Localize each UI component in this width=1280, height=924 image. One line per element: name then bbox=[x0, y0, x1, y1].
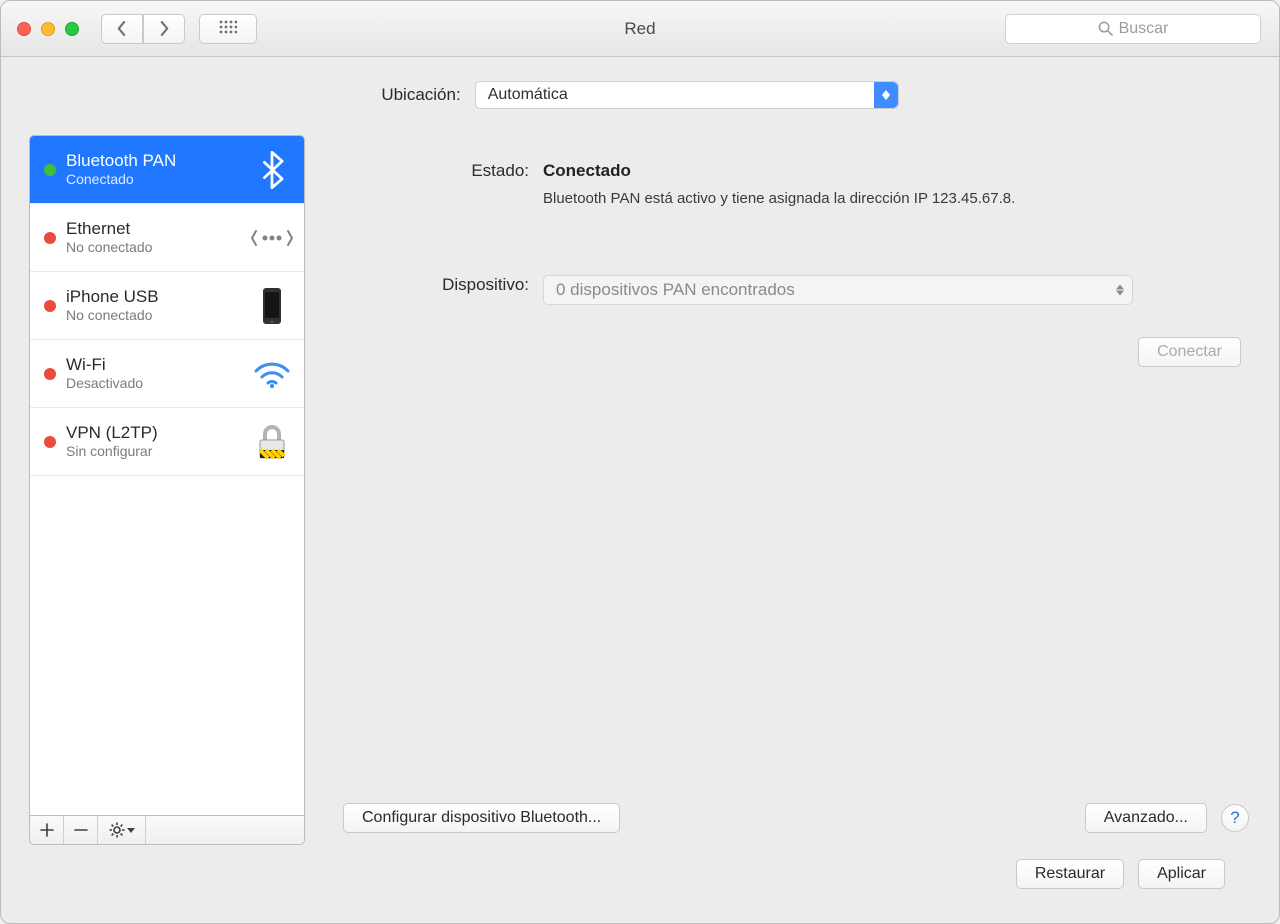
interface-name: Wi-Fi bbox=[66, 355, 250, 375]
device-select[interactable]: 0 dispositivos PAN encontrados bbox=[543, 275, 1133, 305]
minus-icon bbox=[74, 823, 88, 837]
show-all-button[interactable] bbox=[199, 14, 257, 44]
interfaces-list: Bluetooth PAN Conectado Ethernet No cone… bbox=[29, 135, 305, 815]
sidebar-toolbar bbox=[29, 815, 305, 845]
interface-iphone-usb[interactable]: iPhone USB No conectado bbox=[30, 272, 304, 340]
chevron-down-icon bbox=[127, 828, 135, 833]
forward-button[interactable] bbox=[143, 14, 185, 44]
main-row: Bluetooth PAN Conectado Ethernet No cone… bbox=[29, 135, 1251, 845]
titlebar: Red Buscar bbox=[1, 1, 1279, 57]
status-row: Estado: Conectado Bluetooth PAN está act… bbox=[329, 161, 1251, 209]
action-menu-button[interactable] bbox=[98, 816, 146, 844]
content: Ubicación: Automática Bluetooth PAN C bbox=[1, 57, 1279, 923]
interface-bluetooth-pan[interactable]: Bluetooth PAN Conectado bbox=[30, 136, 304, 204]
interface-name: iPhone USB bbox=[66, 287, 250, 307]
dropdown-arrows-icon bbox=[874, 82, 898, 108]
interface-status: No conectado bbox=[66, 307, 250, 324]
iphone-icon bbox=[250, 286, 294, 326]
bluetooth-icon bbox=[250, 151, 294, 189]
close-window-button[interactable] bbox=[17, 22, 31, 36]
status-dot-icon bbox=[44, 232, 56, 244]
sidebar: Bluetooth PAN Conectado Ethernet No cone… bbox=[29, 135, 305, 845]
window-controls bbox=[17, 22, 79, 36]
details-panel: Estado: Conectado Bluetooth PAN está act… bbox=[329, 135, 1251, 845]
connect-row: Conectar bbox=[329, 337, 1251, 367]
add-interface-button[interactable] bbox=[30, 816, 64, 844]
interface-vpn[interactable]: VPN (L2TP) Sin configurar bbox=[30, 408, 304, 476]
network-preferences-window: Red Buscar Ubicación: Automática bbox=[0, 0, 1280, 924]
device-row: Dispositivo: 0 dispositivos PAN encontra… bbox=[329, 275, 1251, 305]
minimize-window-button[interactable] bbox=[41, 22, 55, 36]
apply-button[interactable]: Aplicar bbox=[1138, 859, 1225, 889]
remove-interface-button[interactable] bbox=[64, 816, 98, 844]
device-value: 0 dispositivos PAN encontrados bbox=[556, 280, 795, 300]
interface-wifi[interactable]: Wi-Fi Desactivado bbox=[30, 340, 304, 408]
status-dot-icon bbox=[44, 368, 56, 380]
search-icon bbox=[1098, 21, 1113, 36]
interface-status: Conectado bbox=[66, 171, 250, 188]
help-button[interactable]: ? bbox=[1221, 804, 1249, 832]
status-dot-icon bbox=[44, 164, 56, 176]
window-title: Red bbox=[624, 19, 655, 39]
search-placeholder: Buscar bbox=[1119, 20, 1169, 38]
status-label: Estado: bbox=[329, 161, 543, 209]
updown-icon bbox=[1116, 285, 1124, 296]
configure-bluetooth-button[interactable]: Configurar dispositivo Bluetooth... bbox=[343, 803, 620, 833]
status-value: Conectado bbox=[543, 161, 1251, 181]
nav-buttons bbox=[101, 14, 185, 44]
back-button[interactable] bbox=[101, 14, 143, 44]
wifi-icon bbox=[250, 359, 294, 389]
grid-icon bbox=[219, 20, 237, 38]
connect-button[interactable]: Conectar bbox=[1138, 337, 1241, 367]
interface-name: VPN (L2TP) bbox=[66, 423, 250, 443]
device-label: Dispositivo: bbox=[329, 275, 543, 305]
status-description: Bluetooth PAN está activo y tiene asigna… bbox=[543, 189, 1083, 209]
location-label: Ubicación: bbox=[381, 85, 460, 105]
toolbar-spacer bbox=[146, 816, 304, 844]
location-row: Ubicación: Automática bbox=[29, 81, 1251, 109]
search-input[interactable]: Buscar bbox=[1005, 14, 1261, 44]
window-footer: Restaurar Aplicar bbox=[29, 845, 1251, 903]
details-content: Estado: Conectado Bluetooth PAN está act… bbox=[329, 135, 1251, 367]
location-value: Automática bbox=[488, 86, 568, 104]
advanced-button[interactable]: Avanzado... bbox=[1085, 803, 1207, 833]
interface-status: Sin configurar bbox=[66, 443, 250, 460]
status-dot-icon bbox=[44, 300, 56, 312]
zoom-window-button[interactable] bbox=[65, 22, 79, 36]
interface-name: Ethernet bbox=[66, 219, 250, 239]
interface-status: No conectado bbox=[66, 239, 250, 256]
interface-name: Bluetooth PAN bbox=[66, 151, 250, 171]
gear-icon bbox=[109, 822, 125, 838]
location-select[interactable]: Automática bbox=[475, 81, 899, 109]
chevron-right-icon bbox=[158, 21, 170, 36]
interface-ethernet[interactable]: Ethernet No conectado bbox=[30, 204, 304, 272]
chevron-left-icon bbox=[116, 21, 128, 36]
interface-status: Desactivado bbox=[66, 375, 250, 392]
revert-button[interactable]: Restaurar bbox=[1016, 859, 1124, 889]
plus-icon bbox=[40, 823, 54, 837]
lock-icon bbox=[250, 422, 294, 462]
status-dot-icon bbox=[44, 436, 56, 448]
ethernet-icon bbox=[250, 223, 294, 253]
details-footer: Configurar dispositivo Bluetooth... Avan… bbox=[329, 799, 1251, 845]
